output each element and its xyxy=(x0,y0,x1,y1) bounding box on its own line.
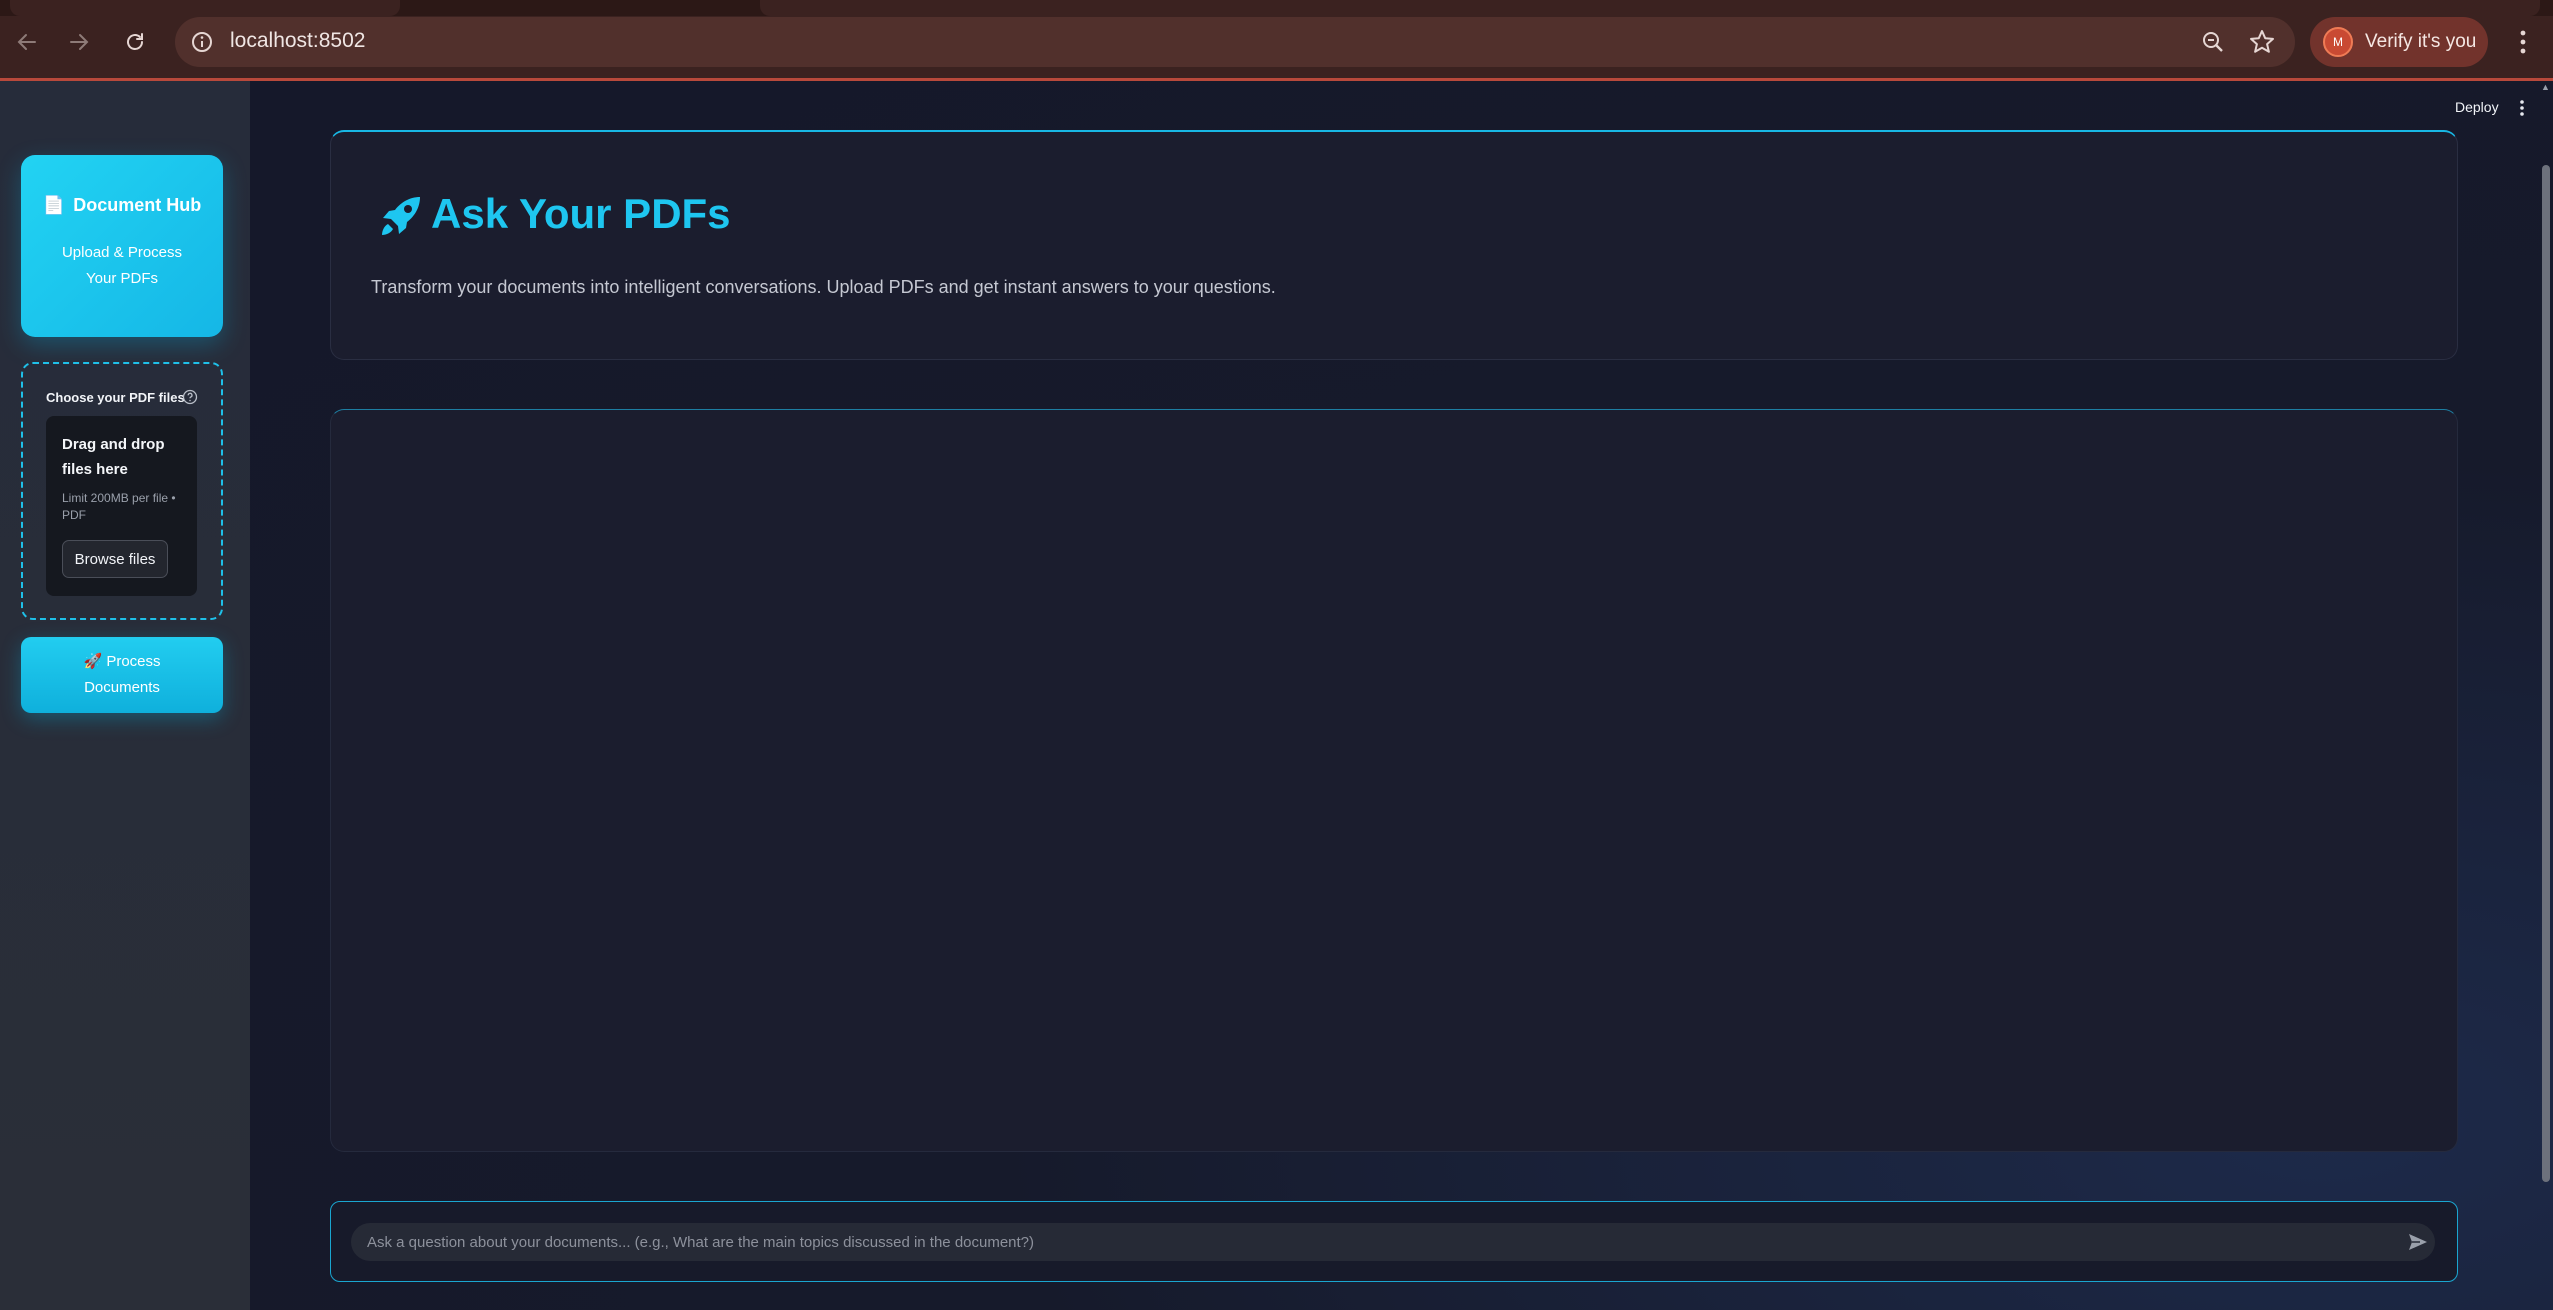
header-card: Ask Your PDFs Transform your documents i… xyxy=(330,130,2458,360)
more-vert-icon[interactable] xyxy=(2508,22,2538,62)
rocket-icon xyxy=(376,191,426,241)
dropzone-limit: Limit 200MB per file • PDF xyxy=(62,491,176,522)
page-description: Transform your documents into intelligen… xyxy=(371,277,1276,297)
page-title: Ask Your PDFs xyxy=(431,190,731,237)
browser-toolbar: localhost:8502 M Verify it's you xyxy=(0,0,2553,81)
hub-title: Document Hub xyxy=(73,195,202,215)
forward-icon[interactable] xyxy=(61,24,97,60)
hub-subtitle: Upload & Process Your PDFs xyxy=(61,244,183,287)
help-icon[interactable] xyxy=(182,389,198,405)
browse-files-button[interactable]: Browse files xyxy=(62,540,168,578)
tab[interactable] xyxy=(760,0,2540,16)
zoom-icon[interactable] xyxy=(2199,28,2227,56)
chat-history-panel xyxy=(330,409,2458,1152)
dropzone-title: Drag and drop files here xyxy=(62,436,165,478)
sidebar: 📄 Document Hub Upload & Process Your PDF… xyxy=(0,81,250,1310)
process-documents-button[interactable]: 🚀 Process Documents xyxy=(21,637,223,713)
dropzone[interactable]: Drag and drop files here Limit 200MB per… xyxy=(46,416,197,596)
site-info-icon[interactable] xyxy=(189,29,215,55)
address-bar[interactable]: localhost:8502 xyxy=(175,17,2295,67)
reload-icon[interactable] xyxy=(117,24,153,60)
chat-input-container xyxy=(330,1201,2458,1282)
tab-strip xyxy=(0,0,2553,16)
chat-input[interactable] xyxy=(351,1223,2435,1261)
verify-label: Verify it's you xyxy=(2365,31,2477,52)
process-label: 🚀 Process Documents xyxy=(83,653,161,696)
document-hub-card: 📄 Document Hub Upload & Process Your PDF… xyxy=(21,155,223,337)
hub-title-row: 📄 Document Hub xyxy=(21,195,223,216)
document-icon: 📄 xyxy=(42,195,66,215)
url-text[interactable]: localhost:8502 xyxy=(230,29,365,53)
send-icon[interactable] xyxy=(2406,1230,2430,1254)
file-uploader: Choose your PDF files Drag and drop file… xyxy=(21,362,223,620)
scrollbar-thumb[interactable] xyxy=(2542,165,2550,1182)
tab[interactable] xyxy=(10,0,400,16)
bookmark-star-icon[interactable] xyxy=(2247,27,2277,57)
deploy-button[interactable]: Deploy xyxy=(2455,99,2499,115)
back-icon[interactable] xyxy=(9,24,45,60)
upload-label: Choose your PDF files xyxy=(46,390,185,405)
verify-button[interactable]: M Verify it's you xyxy=(2310,17,2488,67)
avatar: M xyxy=(2323,27,2353,57)
app-menu-icon[interactable] xyxy=(2514,96,2530,120)
scroll-up-icon[interactable]: ▲ xyxy=(2541,82,2553,92)
